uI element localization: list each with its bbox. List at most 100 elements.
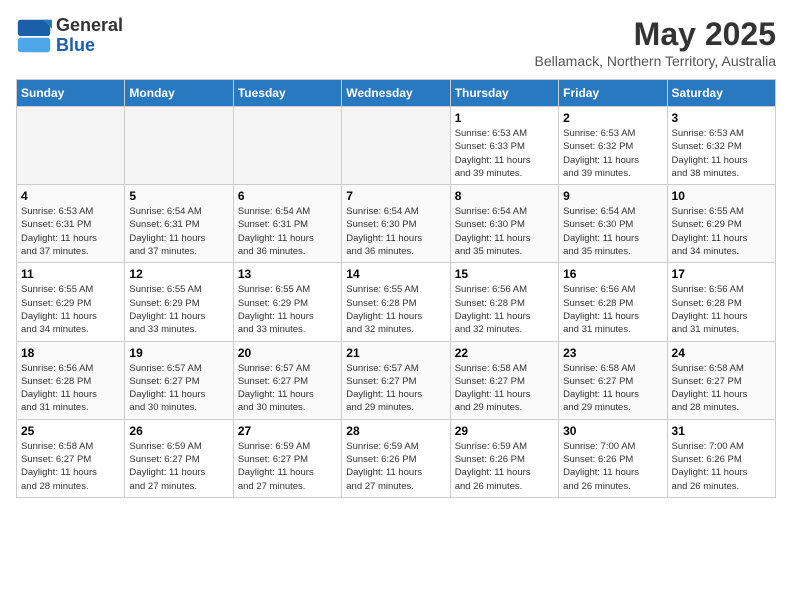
- calendar-cell: 24 Sunrise: 6:58 AMSunset: 6:27 PMDayligh…: [667, 341, 775, 419]
- calendar-cell: 22 Sunrise: 6:58 AMSunset: 6:27 PMDayligh…: [450, 341, 558, 419]
- day-detail: Sunrise: 6:59 AMSunset: 6:26 PMDaylight:…: [455, 440, 554, 493]
- day-number: 19: [129, 346, 228, 360]
- calendar-header-row: SundayMondayTuesdayWednesdayThursdayFrid…: [17, 80, 776, 107]
- calendar-cell: 23 Sunrise: 6:58 AMSunset: 6:27 PMDayligh…: [559, 341, 667, 419]
- calendar-cell: 9Sunrise: 6:54 AMSunset: 6:30 PMDaylight…: [559, 185, 667, 263]
- calendar-cell: 8 Sunrise: 6:54 AMSunset: 6:30 PMDaylight…: [450, 185, 558, 263]
- day-number: 30: [563, 424, 662, 438]
- day-number: 11: [21, 267, 120, 281]
- main-title: May 2025: [535, 16, 776, 53]
- page-header: General Blue May 2025 Bellamack, Norther…: [16, 16, 776, 69]
- calendar-cell: 21Sunrise: 6:57 AMSunset: 6:27 PMDayligh…: [342, 341, 450, 419]
- logo-icon: [16, 18, 52, 54]
- day-number: 2: [563, 111, 662, 125]
- calendar-cell: 10 Sunrise: 6:55 AMSunset: 6:29 PMDayligh…: [667, 185, 775, 263]
- day-detail: Sunrise: 6:56 AMSunset: 6:28 PMDaylight:…: [672, 283, 771, 336]
- calendar-cell: [233, 107, 341, 185]
- calendar-cell: 31Sunrise: 7:00 AMSunset: 6:26 PMDayligh…: [667, 419, 775, 497]
- calendar-cell: 28 Sunrise: 6:59 AMSunset: 6:26 PMDayligh…: [342, 419, 450, 497]
- day-number: 1: [455, 111, 554, 125]
- day-number: 13: [238, 267, 337, 281]
- day-number: 25: [21, 424, 120, 438]
- day-number: 28: [346, 424, 445, 438]
- day-detail: Sunrise: 6:55 AMSunset: 6:29 PMDaylight:…: [672, 205, 771, 258]
- calendar-cell: 29 Sunrise: 6:59 AMSunset: 6:26 PMDayligh…: [450, 419, 558, 497]
- day-detail: Sunrise: 6:54 AMSunset: 6:30 PMDaylight:…: [455, 205, 554, 258]
- day-number: 8: [455, 189, 554, 203]
- header-day-monday: Monday: [125, 80, 233, 107]
- day-detail: Sunrise: 6:55 AMSunset: 6:29 PMDaylight:…: [129, 283, 228, 336]
- calendar-week-3: 11 Sunrise: 6:55 AMSunset: 6:29 PMDayligh…: [17, 263, 776, 341]
- day-detail: Sunrise: 6:59 AMSunset: 6:26 PMDaylight:…: [346, 440, 445, 493]
- calendar-cell: 16 Sunrise: 6:56 AMSunset: 6:28 PMDayligh…: [559, 263, 667, 341]
- day-detail: Sunrise: 6:55 AMSunset: 6:28 PMDaylight:…: [346, 283, 445, 336]
- day-detail: Sunrise: 6:57 AMSunset: 6:27 PMDaylight:…: [238, 362, 337, 415]
- calendar-cell: 3 Sunrise: 6:53 AMSunset: 6:32 PMDaylight…: [667, 107, 775, 185]
- day-detail: Sunrise: 6:56 AMSunset: 6:28 PMDaylight:…: [455, 283, 554, 336]
- day-detail: Sunrise: 6:54 AMSunset: 6:31 PMDaylight:…: [238, 205, 337, 258]
- day-detail: Sunrise: 6:53 AMSunset: 6:32 PMDaylight:…: [672, 127, 771, 180]
- day-detail: Sunrise: 6:58 AMSunset: 6:27 PMDaylight:…: [21, 440, 120, 493]
- day-number: 22: [455, 346, 554, 360]
- day-number: 29: [455, 424, 554, 438]
- calendar-cell: 2Sunrise: 6:53 AMSunset: 6:32 PMDaylight…: [559, 107, 667, 185]
- calendar-cell: 6 Sunrise: 6:54 AMSunset: 6:31 PMDaylight…: [233, 185, 341, 263]
- calendar-week-1: 1 Sunrise: 6:53 AMSunset: 6:33 PMDaylight…: [17, 107, 776, 185]
- calendar-cell: 18Sunrise: 6:56 AMSunset: 6:28 PMDayligh…: [17, 341, 125, 419]
- calendar-cell: 13 Sunrise: 6:55 AMSunset: 6:29 PMDayligh…: [233, 263, 341, 341]
- day-number: 10: [672, 189, 771, 203]
- header-day-wednesday: Wednesday: [342, 80, 450, 107]
- day-detail: Sunrise: 6:56 AMSunset: 6:28 PMDaylight:…: [563, 283, 662, 336]
- day-detail: Sunrise: 6:54 AMSunset: 6:31 PMDaylight:…: [129, 205, 228, 258]
- calendar-week-2: 4Sunrise: 6:53 AMSunset: 6:31 PMDaylight…: [17, 185, 776, 263]
- day-number: 3: [672, 111, 771, 125]
- calendar-cell: 1 Sunrise: 6:53 AMSunset: 6:33 PMDaylight…: [450, 107, 558, 185]
- day-number: 24: [672, 346, 771, 360]
- calendar-table: SundayMondayTuesdayWednesdayThursdayFrid…: [16, 79, 776, 498]
- calendar-cell: 20 Sunrise: 6:57 AMSunset: 6:27 PMDayligh…: [233, 341, 341, 419]
- day-detail: Sunrise: 6:55 AMSunset: 6:29 PMDaylight:…: [21, 283, 120, 336]
- day-number: 31: [672, 424, 771, 438]
- day-detail: Sunrise: 6:55 AMSunset: 6:29 PMDaylight:…: [238, 283, 337, 336]
- calendar-cell: 26 Sunrise: 6:59 AMSunset: 6:27 PMDayligh…: [125, 419, 233, 497]
- day-detail: Sunrise: 6:58 AMSunset: 6:27 PMDaylight:…: [563, 362, 662, 415]
- day-number: 23: [563, 346, 662, 360]
- day-detail: Sunrise: 7:00 AMSunset: 6:26 PMDaylight:…: [563, 440, 662, 493]
- calendar-cell: 27 Sunrise: 6:59 AMSunset: 6:27 PMDayligh…: [233, 419, 341, 497]
- calendar-week-5: 25 Sunrise: 6:58 AMSunset: 6:27 PMDayligh…: [17, 419, 776, 497]
- calendar-cell: [125, 107, 233, 185]
- title-area: May 2025 Bellamack, Northern Territory, …: [535, 16, 776, 69]
- day-number: 20: [238, 346, 337, 360]
- calendar-cell: 14 Sunrise: 6:55 AMSunset: 6:28 PMDayligh…: [342, 263, 450, 341]
- calendar-cell: 4Sunrise: 6:53 AMSunset: 6:31 PMDaylight…: [17, 185, 125, 263]
- day-number: 18: [21, 346, 120, 360]
- day-detail: Sunrise: 6:57 AMSunset: 6:27 PMDaylight:…: [129, 362, 228, 415]
- calendar-cell: 7Sunrise: 6:54 AMSunset: 6:30 PMDaylight…: [342, 185, 450, 263]
- calendar-cell: 12 Sunrise: 6:55 AMSunset: 6:29 PMDayligh…: [125, 263, 233, 341]
- day-detail: Sunrise: 6:58 AMSunset: 6:27 PMDaylight:…: [672, 362, 771, 415]
- day-number: 16: [563, 267, 662, 281]
- day-number: 27: [238, 424, 337, 438]
- day-number: 14: [346, 267, 445, 281]
- calendar-cell: 30 Sunrise: 7:00 AMSunset: 6:26 PMDayligh…: [559, 419, 667, 497]
- header-day-tuesday: Tuesday: [233, 80, 341, 107]
- day-number: 21: [346, 346, 445, 360]
- header-day-friday: Friday: [559, 80, 667, 107]
- day-number: 9: [563, 189, 662, 203]
- day-number: 6: [238, 189, 337, 203]
- calendar-cell: 15 Sunrise: 6:56 AMSunset: 6:28 PMDayligh…: [450, 263, 558, 341]
- day-number: 15: [455, 267, 554, 281]
- calendar-week-4: 18Sunrise: 6:56 AMSunset: 6:28 PMDayligh…: [17, 341, 776, 419]
- day-detail: Sunrise: 6:59 AMSunset: 6:27 PMDaylight:…: [238, 440, 337, 493]
- day-number: 26: [129, 424, 228, 438]
- day-detail: Sunrise: 6:59 AMSunset: 6:27 PMDaylight:…: [129, 440, 228, 493]
- calendar-cell: 17 Sunrise: 6:56 AMSunset: 6:28 PMDayligh…: [667, 263, 775, 341]
- day-detail: Sunrise: 6:53 AMSunset: 6:33 PMDaylight:…: [455, 127, 554, 180]
- day-detail: Sunrise: 6:58 AMSunset: 6:27 PMDaylight:…: [455, 362, 554, 415]
- calendar-cell: [342, 107, 450, 185]
- day-number: 17: [672, 267, 771, 281]
- day-number: 12: [129, 267, 228, 281]
- day-detail: Sunrise: 6:53 AMSunset: 6:31 PMDaylight:…: [21, 205, 120, 258]
- calendar-cell: 11 Sunrise: 6:55 AMSunset: 6:29 PMDayligh…: [17, 263, 125, 341]
- calendar-cell: 19 Sunrise: 6:57 AMSunset: 6:27 PMDayligh…: [125, 341, 233, 419]
